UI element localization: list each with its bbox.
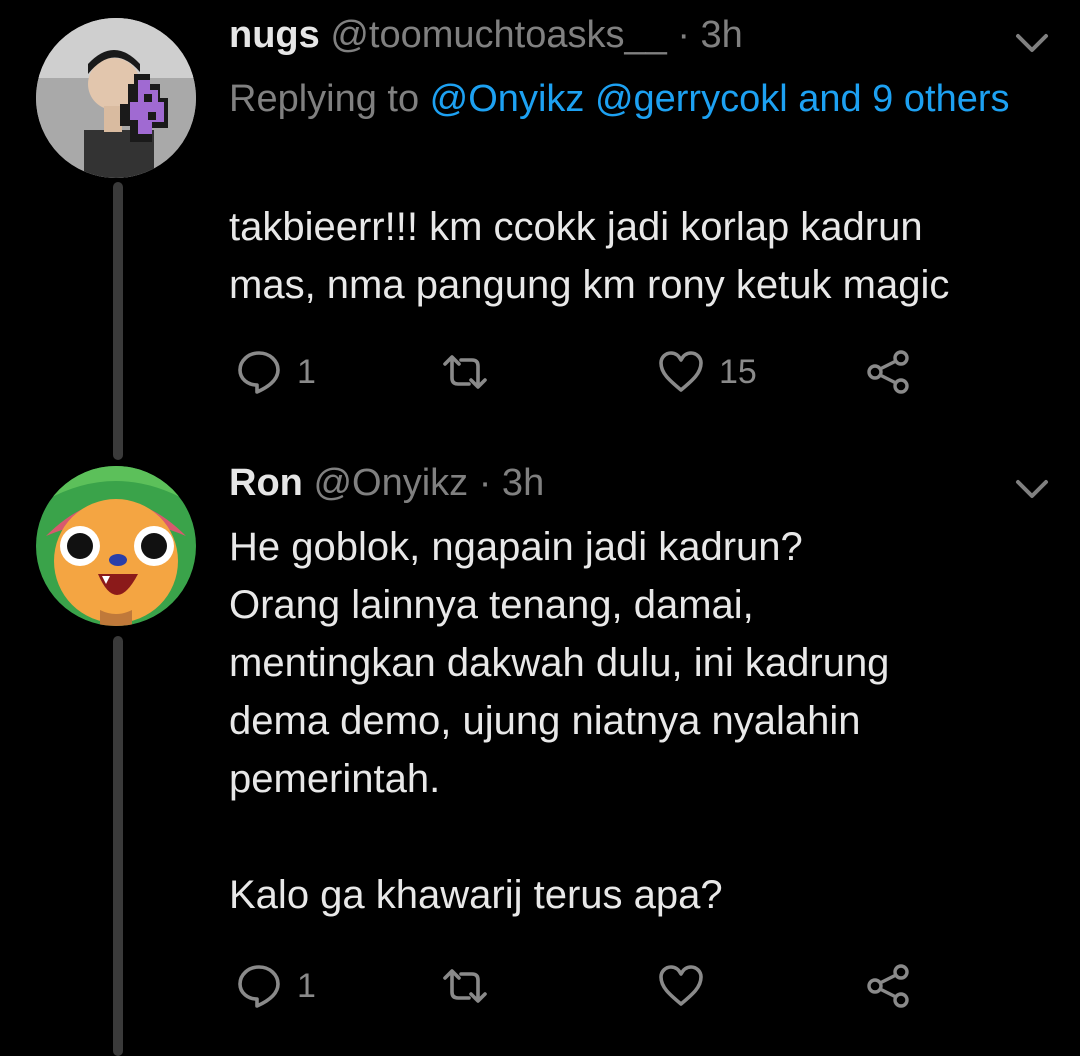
tweet-header: nugs @toomuchtoasks__ · 3h: [229, 14, 743, 57]
speech-bubble-icon: [238, 965, 280, 1008]
reply-count: 1: [297, 966, 316, 1005]
thread-line: [113, 636, 123, 1056]
replying-to: Replying to @Onyikz @gerrycokl and 9 oth…: [229, 70, 1029, 128]
reply-button[interactable]: 1: [235, 956, 316, 1016]
retweet-button[interactable]: [441, 342, 503, 402]
avatar[interactable]: [36, 18, 196, 178]
share-icon: [867, 350, 909, 394]
retweet-icon: [443, 355, 487, 389]
like-count: 15: [719, 352, 757, 391]
share-icon: [867, 964, 909, 1008]
share-button[interactable]: [865, 956, 913, 1016]
retweet-button[interactable]: [441, 956, 503, 1016]
heart-icon: [659, 351, 703, 392]
reply-button[interactable]: 1: [235, 342, 316, 402]
tweet-header: Ron @Onyikz · 3h: [229, 462, 544, 505]
tweet-actions: 1: [229, 956, 929, 1016]
tweet-actions: 1 15: [229, 342, 929, 402]
reply-count: 1: [297, 352, 316, 391]
heart-icon: [659, 965, 703, 1006]
chevron-down-icon[interactable]: [1012, 474, 1052, 504]
user-handle[interactable]: @toomuchtoasks__: [330, 14, 666, 56]
replying-to-prefix: Replying to: [229, 78, 430, 120]
user-handle[interactable]: @Onyikz: [313, 462, 468, 504]
timestamp[interactable]: · 3h: [479, 462, 544, 504]
timestamp[interactable]: · 3h: [677, 14, 742, 56]
retweet-icon: [443, 969, 487, 1003]
thread-line: [113, 182, 123, 460]
display-name[interactable]: nugs: [229, 14, 320, 56]
tweet-text: takbieerr!!! km ccokk jadi korlap kadrun…: [229, 205, 950, 307]
avatar[interactable]: [36, 466, 196, 626]
speech-bubble-icon: [238, 351, 280, 394]
like-button[interactable]: 15: [657, 342, 757, 402]
chevron-down-icon[interactable]: [1012, 28, 1052, 58]
tweet-text: He goblok, ngapain jadi kadrun? Orang la…: [229, 525, 890, 917]
display-name[interactable]: Ron: [229, 462, 303, 504]
replying-to-mentions[interactable]: @Onyikz @gerrycokl and 9 others: [430, 78, 1010, 120]
like-button[interactable]: [657, 956, 719, 1016]
share-button[interactable]: [865, 342, 913, 402]
